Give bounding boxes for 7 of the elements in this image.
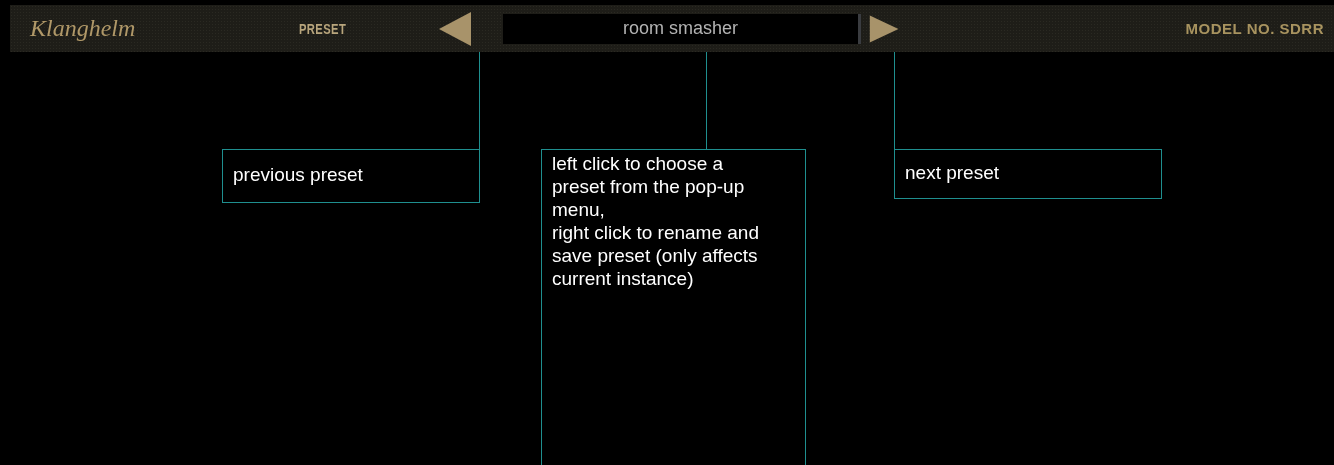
tooltip-callout: previous preset [222,149,480,203]
preset-display[interactable]: room smasher [503,13,861,44]
preset-label: PRESET [299,20,348,37]
tooltip-callout: next preset [894,149,1162,199]
brand-logo: Klanghelm [30,15,137,42]
tooltip-callout: left click to choose a preset from the pop-up menu, right click to rename and save preset (only affects current instance) [541,149,806,465]
model-number: MODEL NO. SDRR [1185,20,1324,37]
